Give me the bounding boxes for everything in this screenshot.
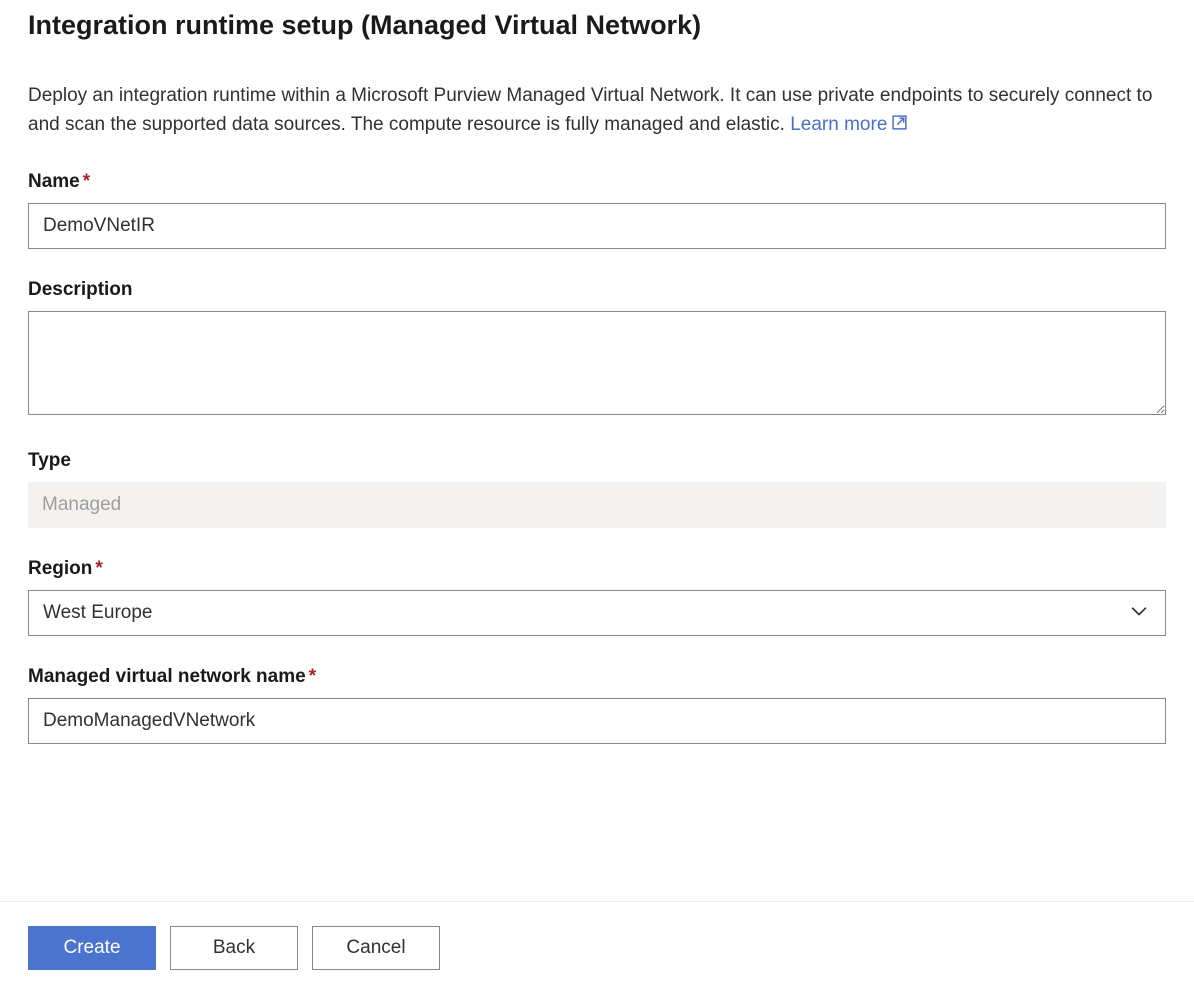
cancel-button[interactable]: Cancel [312,926,440,970]
type-label: Type [28,450,1166,472]
required-indicator: * [83,171,90,192]
type-field-group: Type Managed [28,450,1166,528]
mvn-name-field-group: Managed virtual network name* [28,666,1166,744]
required-indicator: * [95,558,102,579]
region-field-group: Region* West Europe [28,558,1166,636]
required-indicator: * [309,666,316,687]
description-field-group: Description [28,279,1166,420]
name-label-text: Name [28,171,80,192]
intro-text: Deploy an integration runtime within a M… [28,81,1166,141]
mvn-name-label: Managed virtual network name* [28,666,1166,688]
name-field-group: Name* [28,171,1166,249]
learn-more-label: Learn more [790,114,887,135]
name-input[interactable] [28,203,1166,249]
intro-body: Deploy an integration runtime within a M… [28,85,1152,135]
region-label: Region* [28,558,1166,580]
description-textarea[interactable] [28,311,1166,415]
type-readonly-value: Managed [28,482,1166,528]
region-select[interactable]: West Europe [28,590,1166,636]
name-label: Name* [28,171,1166,193]
region-label-text: Region [28,558,92,579]
description-label: Description [28,279,1166,301]
external-link-icon [891,111,908,140]
back-button[interactable]: Back [170,926,298,970]
footer-bar: Create Back Cancel [0,901,1194,994]
learn-more-link[interactable]: Learn more [790,114,908,135]
create-button[interactable]: Create [28,926,156,970]
region-select-value: West Europe [28,590,1166,636]
mvn-name-input[interactable] [28,698,1166,744]
page-title: Integration runtime setup (Managed Virtu… [28,10,1166,41]
mvn-name-label-text: Managed virtual network name [28,666,306,687]
